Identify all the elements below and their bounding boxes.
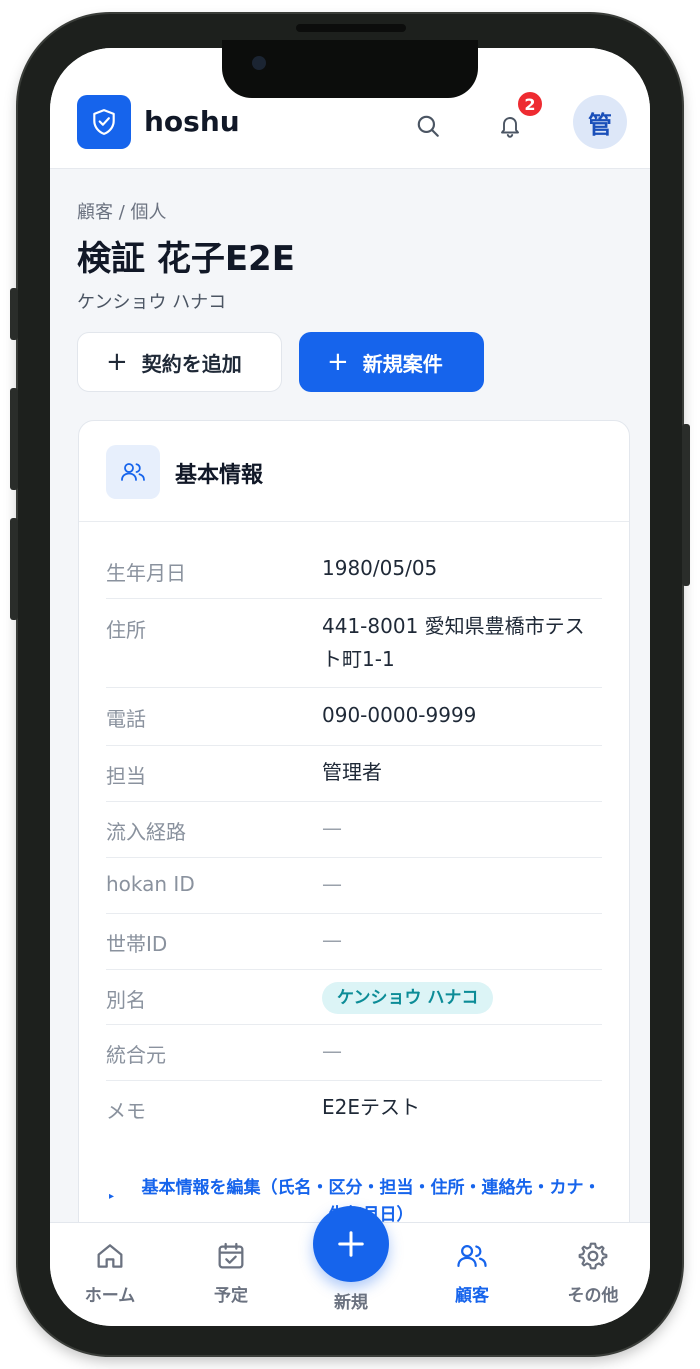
search-icon: [417, 115, 439, 137]
nav-item-home[interactable]: ホーム: [60, 1237, 160, 1306]
row-value: —: [322, 928, 342, 952]
disclosure-icon: ▸: [109, 1191, 115, 1202]
row-label: 担当: [106, 764, 146, 788]
nav-label: ホーム: [84, 1286, 136, 1306]
nav-item-other[interactable]: その他: [543, 1237, 643, 1306]
nav-item-schedule[interactable]: 予定: [181, 1237, 281, 1306]
breadcrumb: 顧客 / 個人: [77, 202, 167, 223]
info-row-memo: メモ E2Eテスト: [106, 1080, 602, 1136]
nav-label: 予定: [214, 1286, 248, 1306]
app-logo[interactable]: [77, 95, 131, 149]
nav-label: 顧客: [455, 1286, 489, 1306]
add-contract-button[interactable]: + 契約を追加: [77, 332, 282, 392]
avatar[interactable]: 管: [573, 95, 627, 149]
plus-icon: +: [327, 347, 349, 377]
row-value: 090-0000-9999: [322, 703, 477, 727]
phone-notch: [222, 40, 478, 98]
alias-tag: ケンショウ ハナコ: [322, 982, 494, 1014]
row-label: メモ: [106, 1099, 146, 1123]
row-label: 統合元: [106, 1043, 166, 1067]
row-value: E2Eテスト: [322, 1095, 420, 1119]
plus-icon: [338, 1231, 364, 1257]
phone-button: [10, 518, 18, 620]
nav-item-customers[interactable]: 顧客: [422, 1237, 522, 1306]
row-value: 管理者: [322, 760, 382, 784]
gear-icon: [578, 1242, 608, 1270]
phone-button: [682, 424, 690, 586]
nav-label: その他: [567, 1286, 619, 1306]
row-label: 別名: [106, 988, 146, 1012]
row-label: hokan ID: [106, 872, 195, 896]
camera: [252, 56, 266, 70]
new-case-button[interactable]: + 新規案件: [299, 332, 484, 392]
shield-icon: [93, 109, 115, 135]
info-row-alias: 別名 ケンショウ ハナコ: [106, 969, 602, 1025]
row-value: ケンショウ ハナコ: [322, 980, 592, 1014]
info-row-household-id: 世帯ID —: [106, 913, 602, 970]
add-contract-label: 契約を追加: [141, 351, 242, 376]
info-row-phone: 電話 090-0000-9999: [106, 687, 602, 746]
row-value: —: [322, 816, 342, 840]
info-row-birthdate: 生年月日 1980/05/05: [106, 549, 602, 599]
row-label: 生年月日: [106, 561, 186, 585]
row-value: 1980/05/05: [322, 556, 438, 580]
calendar-check-icon: [218, 1242, 244, 1269]
users-icon: [106, 445, 160, 499]
new-case-label: 新規案件: [362, 351, 443, 376]
phone-button: [10, 288, 18, 340]
info-row-merged-from: 統合元 —: [106, 1024, 602, 1081]
row-label: 住所: [106, 618, 146, 642]
info-row-owner: 担当 管理者: [106, 745, 602, 802]
row-value: 441-8001 愛知県豊橋市テスト町1-1: [322, 614, 585, 671]
customer-kana: ケンショウ ハナコ: [77, 292, 227, 313]
bell-icon: [501, 117, 519, 138]
search-button[interactable]: [408, 106, 448, 146]
phone-speaker: [296, 24, 406, 32]
info-row-source: 流入経路 —: [106, 801, 602, 858]
new-fab-button[interactable]: [313, 1206, 389, 1282]
info-row-address: 住所 441-8001 愛知県豊橋市テスト町1-1: [106, 598, 602, 688]
card-header: 基本情報: [79, 421, 629, 522]
info-row-hokan-id: hokan ID —: [106, 857, 602, 914]
row-value: —: [322, 1039, 342, 1063]
app-screen: hoshu 2 管 顧客 / 個人 検証 花子E2E ケンショウ ハナコ + 契…: [50, 48, 650, 1326]
plus-icon: +: [106, 347, 128, 377]
row-label: 世帯ID: [106, 932, 168, 956]
home-icon: [97, 1244, 123, 1268]
row-value: —: [322, 872, 342, 896]
users-icon: [457, 1245, 487, 1267]
basic-info-card: 基本情報 生年月日 1980/05/05 住所 441-8001 愛知県豊橋市テ…: [78, 420, 630, 1252]
row-label: 流入経路: [106, 820, 186, 844]
phone-button: [10, 388, 18, 490]
notification-badge: 2: [516, 90, 544, 118]
fab-label: 新規: [334, 1293, 368, 1313]
card-title: 基本情報: [175, 463, 264, 488]
app-title: hoshu: [144, 105, 240, 138]
row-label: 電話: [106, 707, 146, 731]
page-title: 検証 花子E2E: [77, 239, 295, 279]
